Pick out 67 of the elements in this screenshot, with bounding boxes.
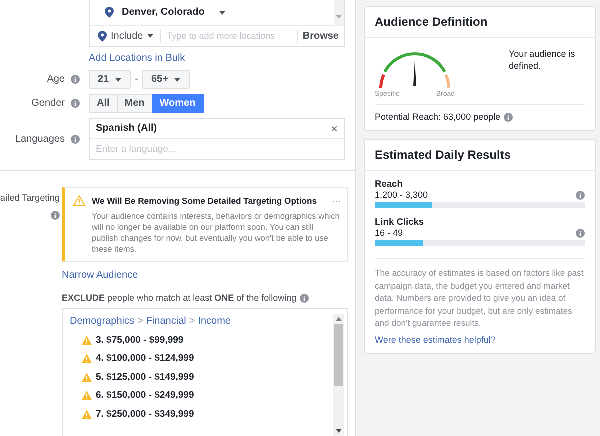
card-title: Audience Definition	[365, 7, 595, 38]
warning-icon	[82, 336, 92, 345]
info-icon[interactable]	[71, 75, 80, 84]
audience-status: Your audience is defined.	[509, 48, 576, 73]
narrow-audience-link[interactable]: Narrow Audience	[62, 270, 348, 281]
include-dropdown[interactable]: Include	[90, 29, 162, 43]
gender-option[interactable]: Women	[152, 94, 204, 113]
age-separator: -	[135, 74, 138, 85]
languages-label: Languages	[16, 134, 65, 144]
breadcrumb-link[interactable]: Financial	[146, 316, 186, 327]
remove-button[interactable]: ×	[330, 122, 338, 136]
income-item: 5. $125,000 - $149,999	[96, 372, 194, 383]
info-icon[interactable]	[71, 99, 80, 108]
card-title: Estimated Daily Results	[365, 140, 595, 171]
scroll-up-icon[interactable]	[336, 317, 342, 321]
caret-icon	[147, 34, 154, 38]
info-icon[interactable]	[576, 190, 585, 200]
warning-icon	[73, 195, 86, 207]
scrollbar[interactable]	[334, 0, 344, 25]
gender-option[interactable]: All	[89, 94, 118, 113]
metric-range: 1,200 - 3,300	[375, 190, 428, 200]
feedback-link[interactable]: Were these estimates helpful?	[375, 334, 585, 344]
warning-icon	[82, 354, 92, 364]
info-icon[interactable]	[576, 228, 585, 238]
caret-icon[interactable]	[218, 10, 226, 14]
location-input[interactable]: Type to add more locations	[161, 31, 297, 41]
location-pin-icon	[98, 30, 107, 42]
breadcrumb-separator: >	[189, 316, 196, 327]
breadcrumb-link[interactable]: Demographics	[70, 316, 134, 327]
age-label: Age	[47, 74, 65, 85]
language-name: Spanish (All)	[96, 123, 158, 134]
gender-option[interactable]: Men	[116, 94, 153, 113]
scroll-down-icon[interactable]	[336, 429, 342, 433]
gender-label: Gender	[32, 98, 65, 109]
warning-icon	[82, 372, 92, 382]
exclude-heading: EXCLUDE people who match at least ONE of the following	[62, 293, 297, 303]
metric-name: Link Clicks	[375, 217, 426, 227]
info-icon[interactable]	[504, 112, 513, 122]
age-min-dropdown[interactable]: 21	[89, 70, 132, 89]
info-icon[interactable]	[51, 211, 60, 220]
income-item: 4. $100,000 - $124,999	[96, 353, 194, 364]
caret-icon	[115, 78, 122, 82]
metric-name: Reach	[375, 179, 404, 189]
caret-icon	[174, 78, 182, 82]
notice-title: We Will Be Removing Some Detailed Targeting Options	[92, 196, 317, 206]
detailed-targeting-label: ailed Targeting	[0, 193, 60, 203]
disclaimer-text: The accuracy of estimates is based on factors like past campaign data, the budget you entered and market data. Numbers are provided to give you an idea of performance for your budget, but are only estimates and don't guarantee results.	[375, 267, 585, 330]
more-button[interactable]: ···	[332, 196, 341, 206]
info-icon[interactable]	[300, 294, 309, 302]
income-item: 6. $150,000 - $249,999	[96, 390, 194, 402]
location-name: Denver, Colorado	[122, 7, 205, 18]
potential-reach: Potential Reach: 63,000 people	[375, 112, 501, 122]
info-icon[interactable]	[71, 134, 80, 144]
browse-button[interactable]: Browse	[296, 30, 344, 42]
scrollbar[interactable]	[333, 314, 344, 436]
breadcrumb-link[interactable]: Income	[198, 316, 231, 327]
age-max-dropdown[interactable]: 65+	[142, 70, 190, 89]
income-item: 7. $250,000 - $349,999	[96, 408, 194, 420]
metric-range: 16 - 49	[375, 228, 404, 238]
income-item: 3. $75,000 - $99,999	[96, 334, 184, 346]
add-locations-link[interactable]: Add Locations in Bulk	[89, 53, 186, 64]
language-field[interactable]: Spanish (All) × Enter a language...	[89, 118, 345, 160]
breadcrumb-separator: >	[137, 316, 144, 327]
location-pin-icon	[105, 7, 114, 18]
notice-text: Your audience contains interests, behaviors or demographics which will no longer be available on our platform soon. You can still publish changes for now, but eventually you won't be able to use these items.	[92, 211, 341, 255]
warning-icon	[82, 391, 92, 400]
warning-icon	[82, 410, 92, 419]
